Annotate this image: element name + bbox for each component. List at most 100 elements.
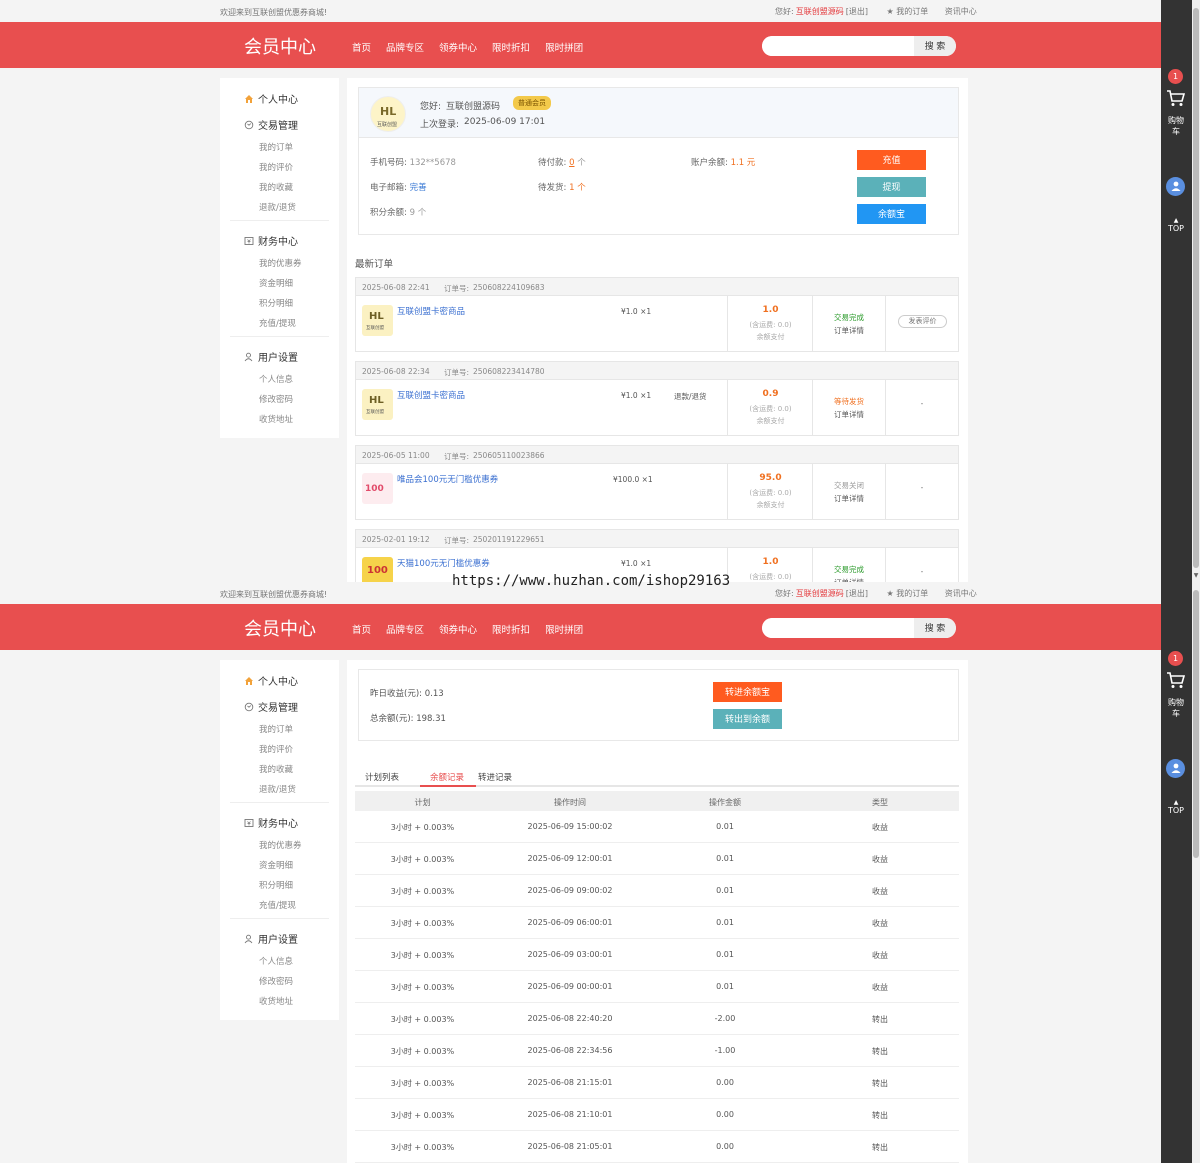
nav-item[interactable]: 首页 bbox=[352, 40, 371, 54]
back-to-top-button[interactable]: ▲ TOP bbox=[1165, 800, 1187, 816]
nav-item[interactable]: 限时拼团 bbox=[545, 40, 583, 54]
search-input[interactable] bbox=[762, 618, 914, 638]
news-link[interactable]: 资讯中心 bbox=[945, 589, 977, 598]
cell-time: 2025-06-09 00:00:01 bbox=[527, 982, 613, 991]
nav-item[interactable]: 首页 bbox=[352, 622, 371, 636]
tab-transfer-in-records[interactable]: 转进记录 bbox=[478, 771, 512, 783]
scrollbar-thumb[interactable] bbox=[1193, 590, 1199, 858]
sidebar-item[interactable]: 资金明细 bbox=[259, 859, 293, 871]
sidebar-section-0[interactable]: 个人中心 bbox=[244, 91, 298, 106]
sidebar-item[interactable]: 我的收藏 bbox=[259, 181, 293, 193]
pending-ship-count[interactable]: 1 个 bbox=[569, 183, 586, 193]
sidebar-item[interactable]: 修改密码 bbox=[259, 393, 293, 405]
sidebar-section-3[interactable]: 用户设置 bbox=[244, 931, 298, 946]
refund-link[interactable]: 退款/退货 bbox=[674, 391, 707, 402]
sidebar-item[interactable]: 收货地址 bbox=[259, 995, 293, 1007]
my-orders-link[interactable]: ★ 我的订单 bbox=[887, 589, 929, 598]
sidebar-item[interactable]: 收货地址 bbox=[259, 413, 293, 425]
pending-pay-count[interactable]: 0 bbox=[569, 158, 574, 168]
back-to-top-button[interactable]: ▲ TOP bbox=[1165, 218, 1187, 234]
sidebar-item[interactable]: 我的优惠券 bbox=[259, 839, 302, 851]
product-thumbnail[interactable]: HL 互联创盟 bbox=[362, 305, 393, 336]
user-icon bbox=[244, 352, 258, 364]
yuebao-button[interactable]: 余额宝 bbox=[857, 204, 926, 224]
order-card: 2025-06-08 22:41 订单号: 250608224109683 HL… bbox=[355, 277, 959, 352]
review-button[interactable]: 发表评价 bbox=[898, 315, 947, 328]
product-name-link[interactable]: 唯品会100元无门槛优惠券 bbox=[397, 473, 498, 485]
sidebar-section-3[interactable]: 用户设置 bbox=[244, 349, 298, 364]
sidebar-item[interactable]: 退款/退货 bbox=[259, 783, 296, 795]
sidebar-divider bbox=[230, 336, 329, 337]
order-detail-link[interactable]: 订单详情 bbox=[813, 325, 885, 336]
tab-balance-records[interactable]: 余额记录 bbox=[430, 771, 464, 783]
news-link[interactable]: 资讯中心 bbox=[945, 7, 977, 16]
sidebar-item[interactable]: 我的订单 bbox=[259, 723, 293, 735]
username-link[interactable]: 互联创盟源码 bbox=[796, 7, 844, 16]
scroll-down-arrow[interactable]: ▼ bbox=[1192, 572, 1200, 579]
cart-label[interactable]: 购物车 bbox=[1166, 697, 1186, 719]
cell-plan: 3小时 + 0.003% bbox=[390, 823, 455, 832]
search-button[interactable]: 搜 索 bbox=[914, 36, 956, 56]
sidebar-item[interactable]: 个人信息 bbox=[259, 955, 293, 967]
logo-title[interactable]: 会员中心 bbox=[244, 33, 316, 59]
sidebar-item[interactable]: 我的评价 bbox=[259, 161, 293, 173]
withdraw-button[interactable]: 提现 bbox=[857, 177, 926, 197]
sidebar-item[interactable]: 个人信息 bbox=[259, 373, 293, 385]
nav-item[interactable]: 限时拼团 bbox=[545, 622, 583, 636]
scrollbar-thumb[interactable] bbox=[1193, 8, 1199, 568]
recharge-button[interactable]: 充值 bbox=[857, 150, 926, 170]
sidebar-item[interactable]: 资金明细 bbox=[259, 277, 293, 289]
th-amount: 操作金额 bbox=[709, 798, 741, 807]
sidebar-item[interactable]: 我的订单 bbox=[259, 141, 293, 153]
logout-link[interactable]: [退出] bbox=[846, 7, 868, 16]
sidebar-section-0[interactable]: 个人中心 bbox=[244, 673, 298, 688]
nav-item[interactable]: 限时折扣 bbox=[492, 622, 530, 636]
sidebar-item[interactable]: 我的评价 bbox=[259, 743, 293, 755]
nav-item[interactable]: 品牌专区 bbox=[386, 622, 424, 636]
product-name-link[interactable]: 互联创盟卡密商品 bbox=[397, 389, 465, 401]
balance-row: 账户余额: 1.1 元 bbox=[691, 156, 755, 168]
sidebar-section-2[interactable]: 财务中心 bbox=[244, 233, 298, 248]
nav-item[interactable]: 领券中心 bbox=[439, 622, 477, 636]
my-orders-link[interactable]: ★ 我的订单 bbox=[887, 7, 929, 16]
product-name-link[interactable]: 天猫100元无门槛优惠券 bbox=[397, 557, 490, 569]
sidebar-item[interactable]: 积分明细 bbox=[259, 297, 293, 309]
logout-link[interactable]: [退出] bbox=[846, 589, 868, 598]
sidebar-item[interactable]: 退款/退货 bbox=[259, 201, 296, 213]
sidebar-item[interactable]: 我的优惠券 bbox=[259, 257, 302, 269]
order-no: 250605110023866 bbox=[473, 451, 545, 460]
transfer-in-button[interactable]: 转进余额宝 bbox=[713, 682, 782, 702]
tab-plan-list[interactable]: 计划列表 bbox=[365, 771, 399, 783]
order-detail-link[interactable]: 订单详情 bbox=[813, 409, 885, 420]
nav-item[interactable]: 品牌专区 bbox=[386, 40, 424, 54]
sidebar-section-2[interactable]: 财务中心 bbox=[244, 815, 298, 830]
product-thumbnail[interactable]: 100 bbox=[362, 557, 393, 582]
user-avatar-icon[interactable] bbox=[1166, 177, 1185, 196]
avatar[interactable]: HL 互联创盟 bbox=[370, 96, 406, 132]
nav-item[interactable]: 领券中心 bbox=[439, 40, 477, 54]
cart-icon[interactable] bbox=[1166, 671, 1186, 693]
logo-title[interactable]: 会员中心 bbox=[244, 615, 316, 641]
sidebar-item[interactable]: 我的收藏 bbox=[259, 763, 293, 775]
transfer-out-button[interactable]: 转出到余额 bbox=[713, 709, 782, 729]
email-complete-link[interactable]: 完善 bbox=[410, 183, 427, 193]
order-detail-link[interactable]: 订单详情 bbox=[813, 493, 885, 504]
sidebar-item[interactable]: 积分明细 bbox=[259, 879, 293, 891]
product-name-link[interactable]: 互联创盟卡密商品 bbox=[397, 305, 465, 317]
order-date: 2025-02-01 19:12 bbox=[362, 535, 430, 544]
search-input[interactable] bbox=[762, 36, 914, 56]
sidebar-item[interactable]: 充值/提现 bbox=[259, 899, 296, 911]
product-thumbnail[interactable]: HL 互联创盟 bbox=[362, 389, 393, 420]
search-button[interactable]: 搜 索 bbox=[914, 618, 956, 638]
sidebar-item[interactable]: 充值/提现 bbox=[259, 317, 296, 329]
username-link[interactable]: 互联创盟源码 bbox=[796, 589, 844, 598]
cart-label[interactable]: 购物车 bbox=[1166, 115, 1186, 137]
sidebar-section-1[interactable]: 交易管理 bbox=[244, 699, 298, 714]
product-thumbnail[interactable]: 100 bbox=[362, 473, 393, 504]
sidebar-item[interactable]: 修改密码 bbox=[259, 975, 293, 987]
cell-amount: 0.01 bbox=[716, 950, 734, 959]
nav-item[interactable]: 限时折扣 bbox=[492, 40, 530, 54]
user-avatar-icon[interactable] bbox=[1166, 759, 1185, 778]
sidebar-section-1[interactable]: 交易管理 bbox=[244, 117, 298, 132]
cart-icon[interactable] bbox=[1166, 89, 1186, 111]
